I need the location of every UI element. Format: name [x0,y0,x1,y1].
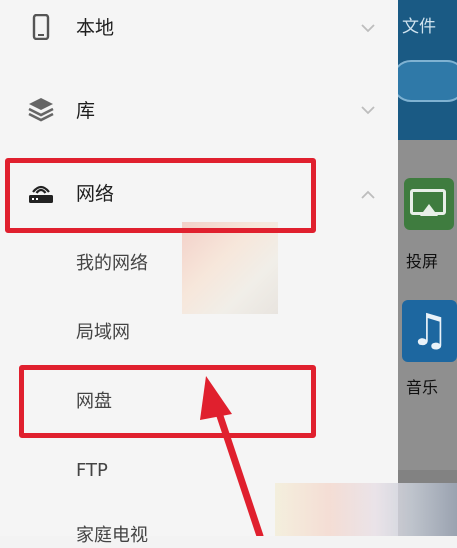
layers-icon [28,98,54,122]
chevron-up-icon[interactable] [360,187,376,203]
background-search-pill[interactable] [398,60,457,102]
phone-icon [32,14,50,40]
music-label: 音乐 [406,378,439,397]
cast-label: 投屏 [406,252,439,271]
drawer-item-library[interactable]: 库 [0,80,398,140]
subitem-lan[interactable]: 局域网 [76,321,130,345]
background-header: 文件 [398,0,457,140]
chevron-down-icon[interactable] [360,20,376,36]
subitem-my-network[interactable]: 我的网络 [76,252,148,276]
cast-icon-triangle [420,204,438,216]
drawer-item-label: 库 [76,100,96,122]
highlight-box-network [5,158,316,233]
music-note-icon[interactable]: ♫ [402,300,457,362]
subitem-home-tv[interactable]: 家庭电视 [76,524,148,548]
mosaic-patch [182,222,278,314]
background-app: 文件 投屏 ♫ 音乐 [398,0,457,536]
chevron-down-icon[interactable] [360,102,376,118]
background-header-title: 文件 [402,17,436,37]
drawer-item-label: 本地 [76,17,115,39]
subitem-ftp[interactable]: FTP [76,459,108,483]
drawer-item-local[interactable]: 本地 [0,0,398,60]
mosaic-patch [275,483,457,536]
highlight-box-cloud-drive [19,365,316,438]
